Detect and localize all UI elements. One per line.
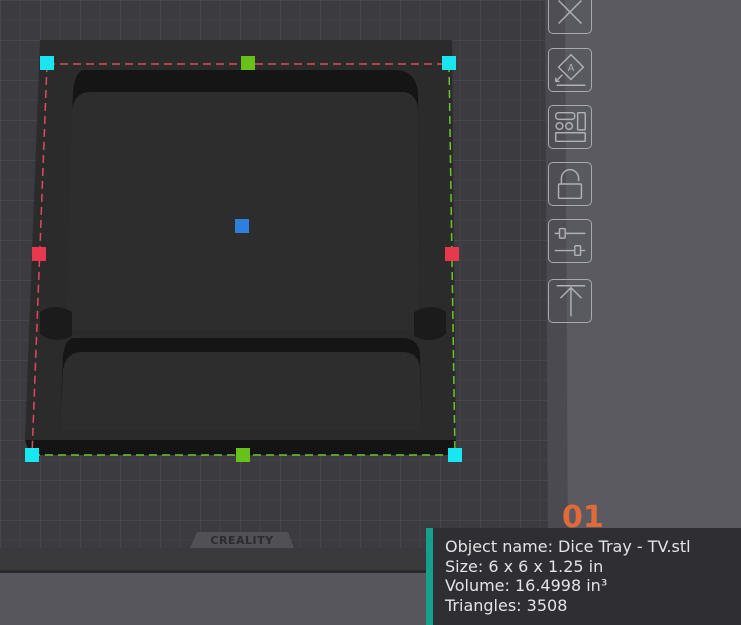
sliders-icon — [554, 227, 586, 257]
mid-handle-left — [32, 247, 46, 261]
settings-button[interactable] — [548, 219, 592, 263]
object-size: Size: 6 x 6 x 1.25 in — [445, 556, 604, 576]
corner-handle-bottom-left — [25, 448, 39, 462]
dice-tray-model — [25, 40, 456, 455]
arrange-button[interactable] — [548, 105, 592, 149]
lock-button[interactable] — [548, 162, 592, 206]
object-info-tooltip: Object name: Dice Tray - TV.stl Size: 6 … — [426, 528, 741, 625]
creality-logo: CREALITY — [210, 534, 274, 547]
svg-text:A: A — [568, 63, 575, 74]
corner-handle-top-right — [442, 56, 456, 70]
mid-handle-top — [241, 56, 255, 70]
tooltip-accent-bar — [426, 528, 433, 625]
center-handle — [235, 219, 249, 233]
unlock-icon — [557, 168, 583, 200]
svg-text:CREALITY: CREALITY — [210, 534, 274, 547]
corner-handle-top-left — [40, 56, 54, 70]
object-volume: Volume: 16.4998 in³ — [445, 576, 608, 595]
object-triangles: Triangles: 3508 — [445, 595, 568, 615]
corner-handle-bottom-right — [448, 448, 462, 462]
object-name: Object name: Dice Tray - TV.stl — [445, 537, 691, 556]
auto-orient-button[interactable]: A — [548, 48, 592, 92]
arrange-icon — [554, 111, 586, 143]
place-on-face-button[interactable] — [548, 279, 592, 323]
mid-handle-right — [445, 247, 459, 261]
delete-button[interactable] — [548, 0, 592, 34]
auto-orient-icon: A — [554, 53, 586, 86]
upload-arrow-icon — [556, 285, 586, 317]
mid-handle-bottom — [236, 448, 250, 462]
close-icon — [558, 0, 582, 24]
